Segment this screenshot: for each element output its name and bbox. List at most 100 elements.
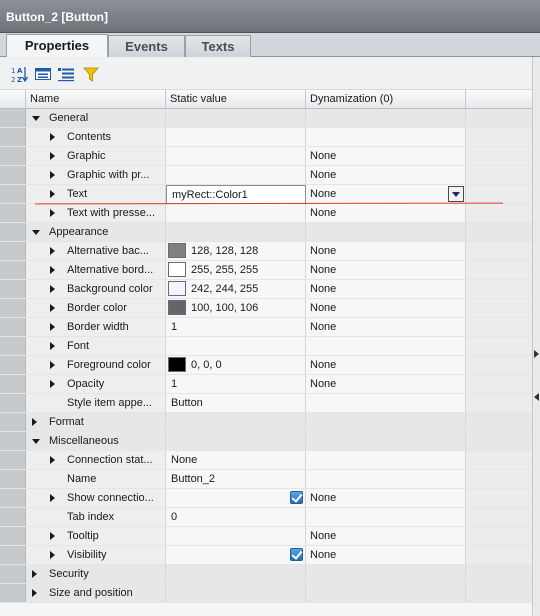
expand-arrow-icon[interactable] xyxy=(50,190,55,198)
static-value-cell[interactable]: 100, 100, 106 xyxy=(166,299,306,317)
expand-arrow-icon[interactable] xyxy=(50,304,55,312)
dynamization-cell[interactable]: None xyxy=(306,185,466,203)
dynamization-cell[interactable]: None xyxy=(306,280,466,298)
static-value-cell[interactable] xyxy=(166,413,306,431)
dynamization-cell[interactable]: None xyxy=(306,242,466,260)
name-cell[interactable]: Background color xyxy=(26,280,166,298)
property-group-row[interactable]: Size and position xyxy=(0,584,532,603)
expand-arrow-icon[interactable] xyxy=(50,323,55,331)
dynamization-cell[interactable] xyxy=(306,451,466,469)
scrollbar[interactable] xyxy=(532,57,540,616)
expand-arrow-icon[interactable] xyxy=(50,209,55,217)
property-row[interactable]: Text myRect::Color1 None xyxy=(0,185,532,204)
dynamization-cell[interactable] xyxy=(306,337,466,355)
dynamization-cell[interactable] xyxy=(306,432,466,450)
dynamization-cell[interactable] xyxy=(306,413,466,431)
expand-arrow-icon[interactable] xyxy=(50,266,55,274)
expand-arrow-icon[interactable] xyxy=(32,570,37,578)
name-cell[interactable]: Visibility xyxy=(26,546,166,564)
name-cell[interactable]: Connection stat... xyxy=(26,451,166,469)
dynamization-cell[interactable] xyxy=(306,565,466,583)
categorized-view-icon[interactable] xyxy=(34,65,52,83)
property-row[interactable]: Visibility None xyxy=(0,546,532,565)
column-header-name[interactable]: Name xyxy=(26,90,166,109)
name-cell[interactable]: Show connectio... xyxy=(26,489,166,507)
expand-arrow-icon[interactable] xyxy=(32,589,37,597)
property-row[interactable]: Contents xyxy=(0,128,532,147)
tab-events[interactable]: Events xyxy=(108,35,185,57)
property-row[interactable]: Show connectio... None xyxy=(0,489,532,508)
color-swatch[interactable] xyxy=(168,281,186,296)
property-row[interactable]: Foreground color 0, 0, 0 None xyxy=(0,356,532,375)
property-row[interactable]: Tooltip None xyxy=(0,527,532,546)
property-row[interactable]: Alternative bord... 255, 255, 255 None xyxy=(0,261,532,280)
name-cell[interactable]: Text with presse... xyxy=(26,204,166,222)
color-swatch[interactable] xyxy=(168,262,186,277)
dynamization-cell[interactable] xyxy=(306,584,466,602)
property-group-row[interactable]: Security xyxy=(0,565,532,584)
static-value-cell[interactable] xyxy=(166,565,306,583)
property-row[interactable]: Alternative bac... 128, 128, 128 None xyxy=(0,242,532,261)
name-cell[interactable]: Tooltip xyxy=(26,527,166,545)
dynamization-cell[interactable]: None xyxy=(306,299,466,317)
static-value-cell[interactable]: Button xyxy=(166,394,306,412)
color-swatch[interactable] xyxy=(168,243,186,258)
name-cell[interactable]: Graphic with pr... xyxy=(26,166,166,184)
property-row[interactable]: Style item appe... Button xyxy=(0,394,532,413)
filter-icon[interactable] xyxy=(82,65,100,83)
static-value-input[interactable]: myRect::Color1 xyxy=(166,185,306,204)
name-cell[interactable]: Miscellaneous xyxy=(26,432,166,450)
name-cell[interactable]: Alternative bac... xyxy=(26,242,166,260)
property-row[interactable]: Font xyxy=(0,337,532,356)
tab-properties[interactable]: Properties xyxy=(6,34,108,57)
dynamization-cell[interactable]: None xyxy=(306,318,466,336)
dynamization-cell[interactable] xyxy=(306,508,466,526)
static-value-cell[interactable] xyxy=(166,546,306,564)
name-cell[interactable]: Font xyxy=(26,337,166,355)
dynamization-cell[interactable] xyxy=(306,394,466,412)
column-header-dynamization[interactable]: Dynamization (0) xyxy=(306,90,466,109)
property-row[interactable]: Border width 1 None xyxy=(0,318,532,337)
static-value-cell[interactable] xyxy=(166,147,306,165)
dynamization-cell[interactable] xyxy=(306,128,466,146)
color-swatch[interactable] xyxy=(168,300,186,315)
name-cell[interactable]: Contents xyxy=(26,128,166,146)
scroll-arrow-icon[interactable] xyxy=(534,393,539,401)
collapse-arrow-icon[interactable] xyxy=(32,439,40,444)
name-cell[interactable]: Border width xyxy=(26,318,166,336)
property-row[interactable]: Tab index 0 xyxy=(0,508,532,527)
property-row[interactable]: Opacity 1 None xyxy=(0,375,532,394)
name-cell[interactable]: Graphic xyxy=(26,147,166,165)
name-cell[interactable]: General xyxy=(26,109,166,127)
property-row[interactable]: Border color 100, 100, 106 None xyxy=(0,299,532,318)
color-swatch[interactable] xyxy=(168,357,186,372)
name-cell[interactable]: Border color xyxy=(26,299,166,317)
column-header-static-value[interactable]: Static value xyxy=(166,90,306,109)
dynamization-cell[interactable] xyxy=(306,223,466,241)
expand-arrow-icon[interactable] xyxy=(50,133,55,141)
static-value-cell[interactable] xyxy=(166,109,306,127)
name-cell[interactable]: Text xyxy=(26,185,166,203)
list-view-icon[interactable] xyxy=(57,65,75,83)
expand-arrow-icon[interactable] xyxy=(50,152,55,160)
property-group-row[interactable]: Miscellaneous xyxy=(0,432,532,451)
property-row[interactable]: Background color 242, 244, 255 None xyxy=(0,280,532,299)
property-group-row[interactable]: General xyxy=(0,109,532,128)
static-value-cell[interactable] xyxy=(166,128,306,146)
dynamization-cell[interactable]: None xyxy=(306,204,466,222)
static-value-cell[interactable]: 0, 0, 0 xyxy=(166,356,306,374)
dynamization-cell[interactable]: None xyxy=(306,546,466,564)
dynamization-cell[interactable] xyxy=(306,109,466,127)
name-cell[interactable]: Size and position xyxy=(26,584,166,602)
expand-arrow-icon[interactable] xyxy=(50,380,55,388)
static-value-cell[interactable] xyxy=(166,584,306,602)
name-cell[interactable]: Appearance xyxy=(26,223,166,241)
expand-arrow-icon[interactable] xyxy=(50,532,55,540)
static-value-cell[interactable]: 0 xyxy=(166,508,306,526)
scroll-arrow-icon[interactable] xyxy=(534,350,539,358)
dynamization-cell[interactable]: None xyxy=(306,527,466,545)
static-value-cell[interactable]: Button_2 xyxy=(166,470,306,488)
static-value-cell[interactable] xyxy=(166,204,306,222)
property-row[interactable]: Text with presse... None xyxy=(0,204,532,223)
name-cell[interactable]: Foreground color xyxy=(26,356,166,374)
